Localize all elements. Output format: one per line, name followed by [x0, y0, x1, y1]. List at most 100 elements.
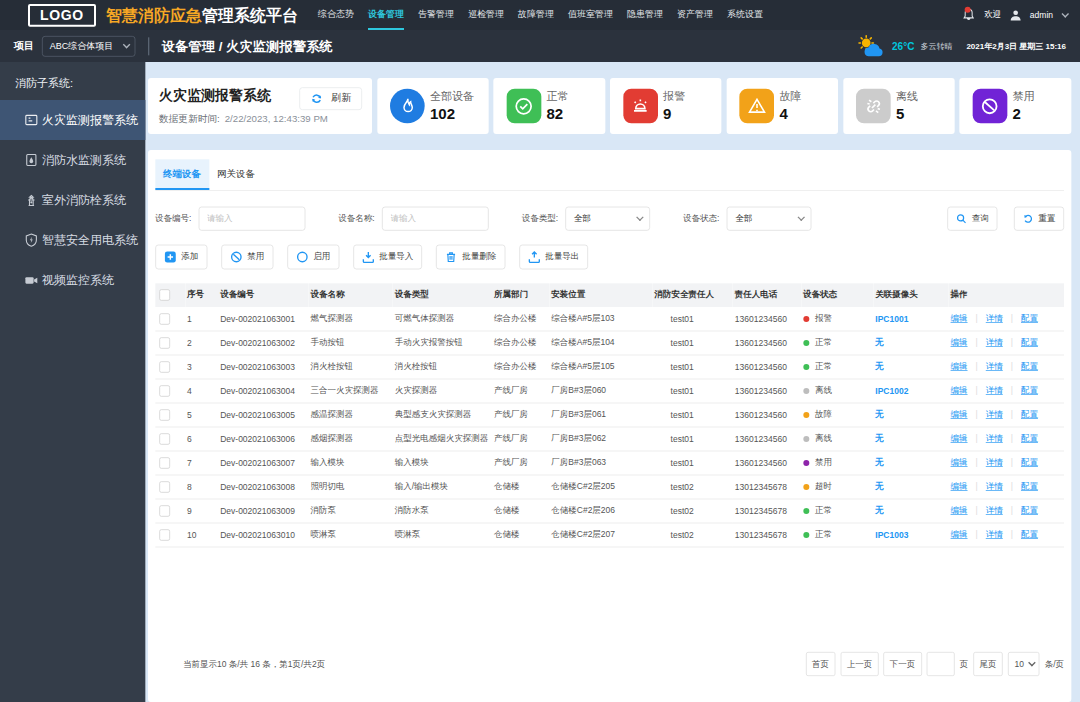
first-page-button[interactable]: 首页	[806, 652, 836, 676]
action-button-0[interactable]: 添加	[155, 244, 207, 269]
op-link-0[interactable]: 编辑	[951, 481, 968, 491]
op-link-0[interactable]: 编辑	[951, 409, 968, 419]
device-no-input[interactable]	[198, 206, 305, 230]
brand-rest: 管理系统平台	[202, 6, 298, 24]
cell-name: 感温探测器	[308, 403, 392, 427]
nav-item-5[interactable]: 值班室管理	[568, 0, 613, 30]
op-link-0[interactable]: 编辑	[951, 385, 968, 395]
op-link-2[interactable]: 配置	[1021, 409, 1038, 419]
nav-item-7[interactable]: 资产管理	[677, 0, 713, 30]
op-link-1[interactable]: 详情	[986, 529, 1003, 539]
op-link-0[interactable]: 编辑	[951, 505, 968, 515]
op-link-2[interactable]: 配置	[1021, 337, 1038, 347]
row-checkbox[interactable]	[159, 458, 170, 469]
op-link-2[interactable]: 配置	[1021, 433, 1038, 443]
device-status-label: 设备状态:	[683, 213, 719, 224]
device-type-select[interactable]: 全部	[565, 206, 650, 230]
nav-item-4[interactable]: 故障管理	[518, 0, 554, 30]
prev-page-button[interactable]: 上一页	[840, 652, 878, 676]
tab-0[interactable]: 终端设备	[155, 159, 209, 190]
project-select[interactable]: ABC综合体项目	[42, 36, 135, 57]
op-link-1[interactable]: 详情	[986, 457, 1003, 467]
action-button-5[interactable]: 批量导出	[519, 244, 588, 269]
row-checkbox[interactable]	[159, 338, 170, 349]
row-checkbox[interactable]	[159, 362, 170, 373]
reset-button[interactable]: 重置	[1014, 206, 1064, 230]
row-checkbox[interactable]	[159, 482, 170, 493]
op-link-0[interactable]: 编辑	[951, 433, 968, 443]
row-checkbox[interactable]	[159, 434, 170, 445]
op-link-1[interactable]: 详情	[986, 433, 1003, 443]
action-button-3[interactable]: 批量导入	[353, 244, 422, 269]
op-link-0[interactable]: 编辑	[951, 529, 968, 539]
nav-item-2[interactable]: 告警管理	[418, 0, 454, 30]
op-link-1[interactable]: 详情	[986, 409, 1003, 419]
sidebar-item-0[interactable]: 火灾监测报警系统	[0, 100, 145, 140]
sidebar-item-4[interactable]: 视频监控系统	[0, 260, 145, 300]
last-page-button[interactable]: 尾页	[973, 652, 1003, 676]
op-link-2[interactable]: 配置	[1021, 385, 1038, 395]
stat-card-3: 故障4	[727, 78, 839, 134]
op-link-2[interactable]: 配置	[1021, 481, 1038, 491]
username[interactable]: admin	[1030, 10, 1053, 20]
op-link-1[interactable]: 详情	[986, 337, 1003, 347]
op-link-0[interactable]: 编辑	[951, 313, 968, 323]
nav-item-6[interactable]: 隐患管理	[627, 0, 663, 30]
nav-item-1[interactable]: 设备管理	[368, 0, 404, 30]
op-link-1[interactable]: 详情	[986, 505, 1003, 515]
op-link-2[interactable]: 配置	[1021, 313, 1038, 323]
nav-item-3[interactable]: 巡检管理	[468, 0, 504, 30]
cell-dept: 产线厂房	[492, 379, 549, 403]
nav-item-8[interactable]: 系统设置	[727, 0, 763, 30]
action-button-1[interactable]: 禁用	[221, 244, 273, 269]
stat-card-4: 离线5	[843, 78, 955, 134]
export-icon	[528, 250, 541, 263]
bell-icon[interactable]	[961, 8, 976, 23]
cell-dept: 综合办公楼	[492, 355, 549, 379]
op-link-1[interactable]: 详情	[986, 361, 1003, 371]
op-link-2[interactable]: 配置	[1021, 457, 1038, 467]
device-name-input[interactable]	[382, 206, 489, 230]
op-link-0[interactable]: 编辑	[951, 337, 968, 347]
action-button-2[interactable]: 启用	[287, 244, 339, 269]
sidebar-item-1[interactable]: 消防水监测系统	[0, 140, 145, 180]
nav-item-0[interactable]: 综合态势	[318, 0, 354, 30]
delete-icon	[445, 250, 458, 263]
user-menu-chevron-icon[interactable]	[1061, 10, 1068, 17]
op-link-2[interactable]: 配置	[1021, 529, 1038, 539]
next-page-button[interactable]: 下一页	[884, 652, 922, 676]
row-checkbox[interactable]	[159, 313, 170, 324]
select-all-checkbox[interactable]	[159, 290, 170, 301]
table-row: 10Dev-002021063010喷淋泵喷淋泵仓储楼仓储楼C#2层207tes…	[155, 523, 1064, 547]
tab-1[interactable]: 网关设备	[209, 159, 263, 190]
device-status-select[interactable]: 全部	[726, 206, 811, 230]
cell-camera: 无	[873, 355, 948, 379]
op-link-1[interactable]: 详情	[986, 313, 1003, 323]
op-link-1[interactable]: 详情	[986, 385, 1003, 395]
search-button[interactable]: 查询	[947, 206, 997, 230]
action-button-4[interactable]: 批量删除	[436, 244, 505, 269]
top-bar: LOGO 智慧消防应急管理系统平台 综合态势设备管理告警管理巡检管理故障管理值班…	[0, 0, 1080, 30]
brand-title: 智慧消防应急管理系统平台	[106, 4, 298, 25]
row-checkbox[interactable]	[159, 386, 170, 397]
refresh-button[interactable]: 刷新	[299, 87, 362, 110]
op-link-2[interactable]: 配置	[1021, 505, 1038, 515]
page-size-select[interactable]: 10	[1008, 652, 1040, 676]
op-link-1[interactable]: 详情	[986, 481, 1003, 491]
row-checkbox[interactable]	[159, 410, 170, 421]
fire-alarm-monitor-icon	[24, 112, 39, 127]
page-number-input[interactable]	[927, 652, 955, 676]
op-link-0[interactable]: 编辑	[951, 457, 968, 467]
op-link-2[interactable]: 配置	[1021, 361, 1038, 371]
page-size-chevron-icon	[1028, 659, 1035, 666]
cell-camera[interactable]: IPC1001	[873, 307, 948, 331]
cell-location: 仓储楼C#2层205	[549, 475, 652, 499]
op-link-0[interactable]: 编辑	[951, 361, 968, 371]
row-checkbox[interactable]	[159, 506, 170, 517]
row-checkbox[interactable]	[159, 530, 170, 541]
cell-camera[interactable]: IPC1002	[873, 379, 948, 403]
cell-camera[interactable]: IPC1003	[873, 523, 948, 547]
sidebar-item-3[interactable]: 智慧安全用电系统	[0, 220, 145, 260]
sidebar-item-2[interactable]: 室外消防栓系统	[0, 180, 145, 220]
cell-type: 手动火灾报警按钮	[393, 331, 492, 355]
